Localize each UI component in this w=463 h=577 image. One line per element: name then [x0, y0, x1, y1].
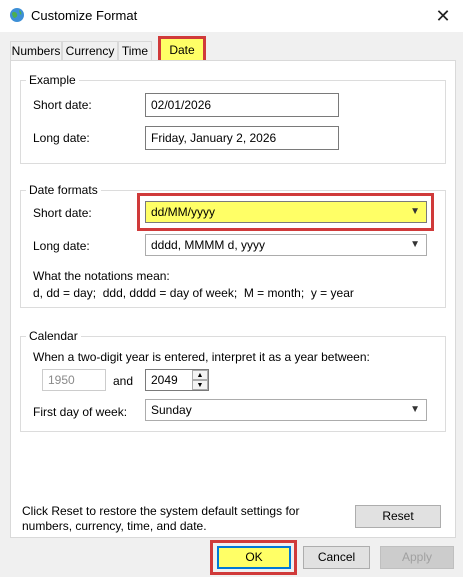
- example-short-label: Short date:: [33, 98, 92, 112]
- example-long-field: Friday, January 2, 2026: [145, 126, 339, 150]
- spin-up-icon[interactable]: ▲: [192, 370, 208, 380]
- apply-button[interactable]: Apply: [380, 546, 454, 569]
- two-digit-year-text: When a two-digit year is entered, interp…: [33, 350, 370, 364]
- reset-info-line1: Click Reset to restore the system defaul…: [22, 504, 300, 518]
- example-short-field: 02/01/2026: [145, 93, 339, 117]
- window-title: Customize Format: [31, 8, 138, 23]
- long-date-label: Long date:: [33, 239, 90, 253]
- year-from-field: 1950: [42, 369, 106, 391]
- close-icon[interactable]: ✕: [429, 4, 457, 28]
- chevron-down-icon: ▼: [410, 239, 420, 250]
- notation-title: What the notations mean:: [33, 269, 170, 283]
- tab-numbers[interactable]: Numbers: [10, 41, 62, 60]
- long-date-combo[interactable]: dddd, MMMM d, yyyy ▼: [145, 234, 427, 256]
- first-day-value: Sunday: [151, 403, 192, 417]
- year-to-value: 2049: [151, 373, 178, 387]
- spin-buttons: ▲ ▼: [192, 370, 208, 390]
- tab-currency[interactable]: Currency: [62, 41, 118, 60]
- spin-down-icon[interactable]: ▼: [192, 380, 208, 390]
- short-date-highlight: [137, 193, 434, 231]
- calendar-group-label: Calendar: [26, 329, 81, 343]
- example-group-label: Example: [26, 73, 79, 87]
- reset-info-line2: numbers, currency, time, and date.: [22, 519, 207, 533]
- globe-icon: [9, 7, 25, 23]
- long-date-value: dddd, MMMM d, yyyy: [151, 238, 266, 252]
- example-long-label: Long date:: [33, 131, 90, 145]
- ok-button-highlight: [210, 540, 297, 575]
- reset-button[interactable]: Reset: [355, 505, 441, 528]
- short-date-label: Short date:: [33, 206, 92, 220]
- year-to-spinner[interactable]: 2049 ▲ ▼: [145, 369, 209, 391]
- and-label: and: [113, 374, 134, 388]
- chevron-down-icon: ▼: [410, 404, 420, 415]
- first-day-label: First day of week:: [33, 405, 128, 419]
- tab-time[interactable]: Time: [118, 41, 152, 60]
- cancel-button[interactable]: Cancel: [303, 546, 370, 569]
- first-day-combo[interactable]: Sunday ▼: [145, 399, 427, 421]
- notation-text: d, dd = day; ddd, dddd = day of week; M …: [33, 286, 354, 300]
- date-formats-group-label: Date formats: [26, 183, 101, 197]
